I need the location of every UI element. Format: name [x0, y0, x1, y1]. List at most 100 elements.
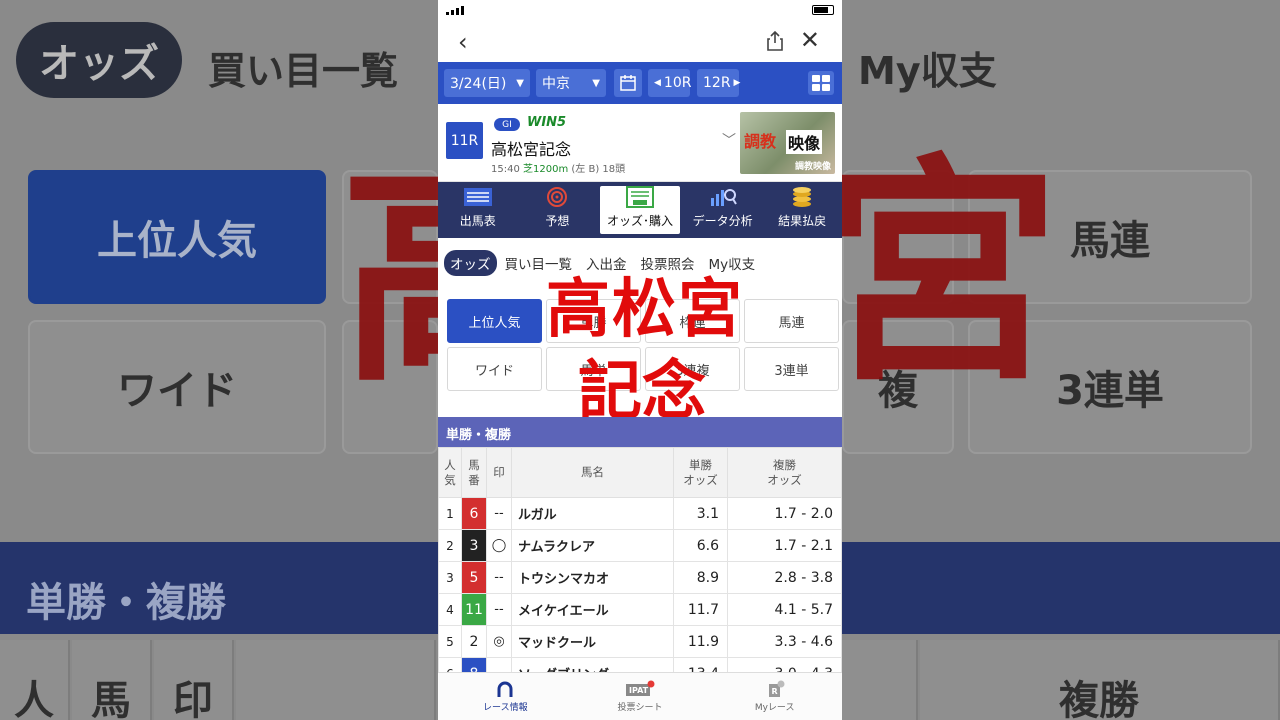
bg-cell-place: 複勝	[920, 640, 1280, 720]
subtab-deposit[interactable]: 入出金	[586, 253, 627, 273]
status-bar	[438, 0, 842, 22]
cell-win-odds: 3.1	[673, 497, 728, 530]
share-icon[interactable]	[766, 30, 784, 52]
cell-popularity: 4	[438, 593, 462, 626]
race-number: 11R	[446, 122, 483, 159]
venue-select[interactable]: 中京 ▼	[536, 69, 606, 97]
cell-place-odds: 4.1 - 5.7	[727, 593, 842, 626]
cell-horse-name[interactable]: マッドクール	[511, 625, 674, 658]
next-race-label: 12R	[703, 75, 731, 91]
bet-sanrentan[interactable]: 3連単	[744, 347, 839, 391]
calendar-icon	[620, 75, 636, 91]
race-time: 15:40	[491, 164, 520, 175]
cell-horse-name[interactable]: ルガル	[511, 497, 674, 530]
cell-place-odds: 1.7 - 2.1	[727, 529, 842, 562]
back-button[interactable]: ‹	[458, 28, 468, 56]
cell-mark: --	[486, 593, 512, 626]
caret-down-icon: ▼	[592, 77, 600, 89]
race-name: 高松宮記念	[491, 140, 572, 159]
cell-win-odds: 6.6	[673, 529, 728, 562]
subtab-my-balance[interactable]: My収支	[709, 253, 756, 273]
venue-label: 中京	[542, 76, 570, 92]
subtab-odds[interactable]: オッズ	[444, 250, 497, 276]
cell-popularity: 5	[438, 625, 462, 658]
header-num-l1: 馬	[468, 458, 480, 473]
target-icon	[547, 187, 568, 207]
calendar-button[interactable]	[614, 69, 642, 97]
close-button[interactable]: ✕	[800, 26, 820, 54]
menu-shutsuba[interactable]: 出馬表	[438, 186, 518, 234]
menu-result[interactable]: 結果払戻	[762, 186, 842, 234]
menu-yoso[interactable]: 予想	[518, 186, 598, 234]
bg-odds-pill: オッズ	[16, 22, 182, 98]
cell-horse-number: 3	[461, 529, 487, 562]
header-popularity: 人 気	[438, 447, 462, 498]
race-surface: 芝1200m	[523, 164, 569, 175]
tab-race-info[interactable]: レース情報	[438, 673, 573, 720]
table-row[interactable]: 3 5 -- トウシンマカオ 8.9 2.8 - 3.8	[438, 561, 842, 594]
bg-btn-top-popular: 上位人気	[28, 170, 326, 304]
cell-horse-name[interactable]: メイケイエール	[511, 593, 674, 626]
overlay-title-line1: 高松宮	[546, 273, 744, 347]
table-row[interactable]: 1 6 -- ルガル 3.1 1.7 - 2.0	[438, 497, 842, 530]
cell-popularity: 2	[438, 529, 462, 562]
chevron-down-icon[interactable]: ﹀	[722, 130, 736, 150]
subtab-vote-inquiry[interactable]: 投票照会	[641, 253, 695, 273]
date-label: 3/24(日)	[450, 76, 507, 92]
caret-left-icon: ◀	[654, 78, 661, 88]
cell-horse-name[interactable]: ナムラクレア	[511, 529, 674, 562]
menu-label: 予想	[545, 214, 570, 228]
chart-search-icon	[710, 189, 737, 206]
table-row[interactable]: 2 3 ◯ ナムラクレア 6.6 1.7 - 2.1	[438, 529, 842, 562]
cell-mark: ◯	[486, 529, 512, 562]
ipat-icon: IPAT	[626, 680, 655, 696]
svg-text:IPAT: IPAT	[629, 686, 649, 695]
menu-label: オッズ･購入	[606, 214, 673, 228]
tab-label: レース情報	[483, 703, 528, 713]
grade-badge: GI	[494, 118, 520, 131]
tab-vote-sheet[interactable]: IPAT 投票シート	[573, 673, 708, 720]
header-place-l2: オッズ	[767, 472, 802, 487]
cell-win-odds: 11.9	[673, 625, 728, 658]
caret-right-icon: ▶	[733, 78, 741, 88]
grid-menu-icon[interactable]	[808, 71, 834, 95]
main-menu: 出馬表 予想 オッズ･購入 データ分析 結果払戻	[438, 182, 842, 238]
cell-place-odds: 2.8 - 3.8	[727, 561, 842, 594]
signal-icon	[446, 6, 464, 15]
cell-win-odds: 11.7	[673, 593, 728, 626]
prev-race-label: 10R	[663, 75, 692, 91]
table-row[interactable]: 5 2 ◎ マッドクール 11.9 3.3 - 4.6	[438, 625, 842, 658]
table-header-row: 人 気 馬 番 印 馬名 単勝 オッズ 複勝 オッズ	[438, 447, 842, 498]
prev-race-button[interactable]: ◀ 10R	[648, 69, 692, 97]
header-mark: 印	[486, 447, 512, 498]
cell-popularity: 1	[438, 497, 462, 530]
date-select[interactable]: 3/24(日) ▼	[444, 69, 530, 97]
menu-data[interactable]: データ分析	[683, 186, 763, 234]
battery-icon	[812, 5, 834, 15]
cell-win-odds: 8.9	[673, 561, 728, 594]
header-win-l1: 単勝	[689, 458, 712, 473]
header-win-l2: オッズ	[683, 472, 718, 487]
bottom-tab-bar: レース情報 IPAT 投票シート R Myレース	[438, 672, 842, 720]
cell-popularity: 3	[438, 561, 462, 594]
tab-my-race[interactable]: R Myレース	[707, 673, 842, 720]
next-race-button[interactable]: 12R ▶	[697, 69, 741, 97]
menu-odds[interactable]: オッズ･購入	[600, 186, 680, 234]
header-place-odds: 複勝 オッズ	[727, 447, 842, 498]
bet-umaren[interactable]: 馬連	[744, 299, 839, 343]
subtab-buylist[interactable]: 買い目一覧	[505, 253, 573, 273]
table-row[interactable]: 4 11 -- メイケイエール 11.7 4.1 - 5.7	[438, 593, 842, 626]
bet-wide[interactable]: ワイド	[447, 347, 542, 391]
coins-icon	[793, 187, 812, 207]
menu-label: 出馬表	[459, 214, 496, 228]
bg-cell-mark: 印	[154, 640, 234, 720]
training-video-thumbnail[interactable]: 調教 映像 調教映像	[740, 112, 835, 174]
section-header: 単勝・複勝	[438, 417, 842, 447]
header-horse-number: 馬 番	[461, 447, 487, 498]
bet-top-popular[interactable]: 上位人気	[447, 299, 542, 343]
bg-cell-pop: 人	[0, 640, 70, 720]
bg-cell-right-blank	[842, 640, 918, 720]
cell-horse-number: 6	[461, 497, 487, 530]
race-selector-bar: 3/24(日) ▼ 中京 ▼ ◀ 10R 12R ▶	[438, 62, 842, 104]
cell-horse-name[interactable]: トウシンマカオ	[511, 561, 674, 594]
